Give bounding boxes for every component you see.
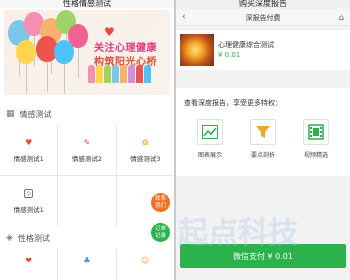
feature-analysis[interactable]: 要点剖析: [243, 119, 283, 159]
balloon-icon: [54, 40, 74, 94]
contact-us-button[interactable]: 联系 我们: [151, 193, 170, 212]
test-item[interactable]: ♥ 情感测试1: [0, 125, 58, 175]
psych-test-home-screen: 性格情感测试 ♥ 关注心理健康 构筑阳光心桥 ▦ 情感测试 ♥ 情感测试1 ✎ …: [0, 0, 174, 280]
emotion-test-grid: ♥ 情感测试1 ✎ 情感测试2 ✿ 情感测试3 ◇ 情感测试1: [0, 125, 174, 226]
feature-label: 要点剖析: [250, 152, 275, 159]
section-header-emotion: ▦ 情感测试: [0, 104, 174, 124]
test-item-label: 情感测试3: [130, 155, 161, 163]
raised-hands-icon: [88, 65, 160, 87]
film-icon: [303, 119, 329, 145]
nav-title: 深报告付费: [245, 13, 281, 22]
banner-image[interactable]: ♥ 关注心理健康 构筑阳光心桥: [4, 10, 170, 95]
test-item-label: 情感测试2: [71, 155, 103, 163]
feature-video[interactable]: 视频精选: [296, 119, 336, 159]
test-item-label: 情感测试1: [13, 155, 44, 163]
test-item[interactable]: ✎ 情感测试2: [58, 125, 116, 175]
balloon-icon: [16, 40, 36, 94]
banner-title: 关注心理健康: [94, 43, 157, 54]
home-icon[interactable]: ⌂: [339, 13, 344, 22]
feature-label: 视频精选: [303, 152, 328, 159]
feature-label: 图表展示: [197, 152, 222, 159]
product-card[interactable]: 心理健康综合测试 ¥ 0.01: [176, 30, 350, 70]
test-item-label: 情感测试1: [13, 205, 44, 214]
product-price: ¥ 0.01: [218, 51, 241, 59]
tag-icon: ◈: [6, 233, 13, 243]
user-icon: ☺: [141, 255, 150, 265]
personality-test-grid: ❤ ♣ ☺: [0, 249, 174, 280]
feature-chart[interactable]: 图表展示: [190, 119, 230, 159]
test-item[interactable]: ♣: [58, 249, 116, 280]
back-icon[interactable]: ‹: [182, 12, 186, 22]
test-item[interactable]: ☺: [116, 249, 174, 280]
privileges-panel: 查看深度报告，享受更多特权： 图表展示 要点剖析 视频精选: [176, 88, 350, 176]
order-history-label: 订单: [154, 225, 166, 232]
product-thumbnail: [180, 34, 214, 66]
grid-icon: ▦: [6, 109, 15, 119]
privileges-title: 查看深度报告，享受更多特权：: [184, 99, 282, 107]
order-history-label: 记录: [154, 232, 166, 239]
product-name: 心理健康综合测试: [218, 41, 274, 49]
heart-icon: ♥: [104, 25, 115, 39]
window-title: 性格情感测试: [0, 0, 174, 8]
funnel-icon: [250, 119, 276, 145]
section-title: 情感测试: [19, 109, 52, 119]
contact-us-label: 联系: [154, 195, 166, 202]
people-icon: ♣: [83, 255, 91, 265]
nav-bar: ‹ 深报告付费 ⌂: [176, 10, 350, 26]
window-title: 购买深度报告: [176, 0, 350, 8]
test-item[interactable]: ✿ 情感测试3: [116, 125, 174, 175]
order-history-button[interactable]: 订单 记录: [151, 223, 170, 242]
tag-icon: ◇: [24, 188, 34, 198]
heart-icon: ❤: [25, 255, 32, 265]
section-title: 性格测试: [17, 233, 50, 243]
heart-icon: ♥: [25, 137, 33, 147]
flower-icon: ✿: [141, 137, 149, 147]
empty-cell: [58, 176, 116, 226]
test-item[interactable]: ◇ 情感测试1: [0, 176, 58, 226]
tag-icon: ✎: [83, 137, 91, 147]
test-item[interactable]: ❤: [0, 249, 58, 280]
chart-icon: [197, 119, 223, 145]
section-header-personality: ◈ 性格测试: [0, 228, 174, 248]
watermark: 起点科技: [178, 216, 298, 251]
contact-us-label: 我们: [154, 202, 166, 209]
